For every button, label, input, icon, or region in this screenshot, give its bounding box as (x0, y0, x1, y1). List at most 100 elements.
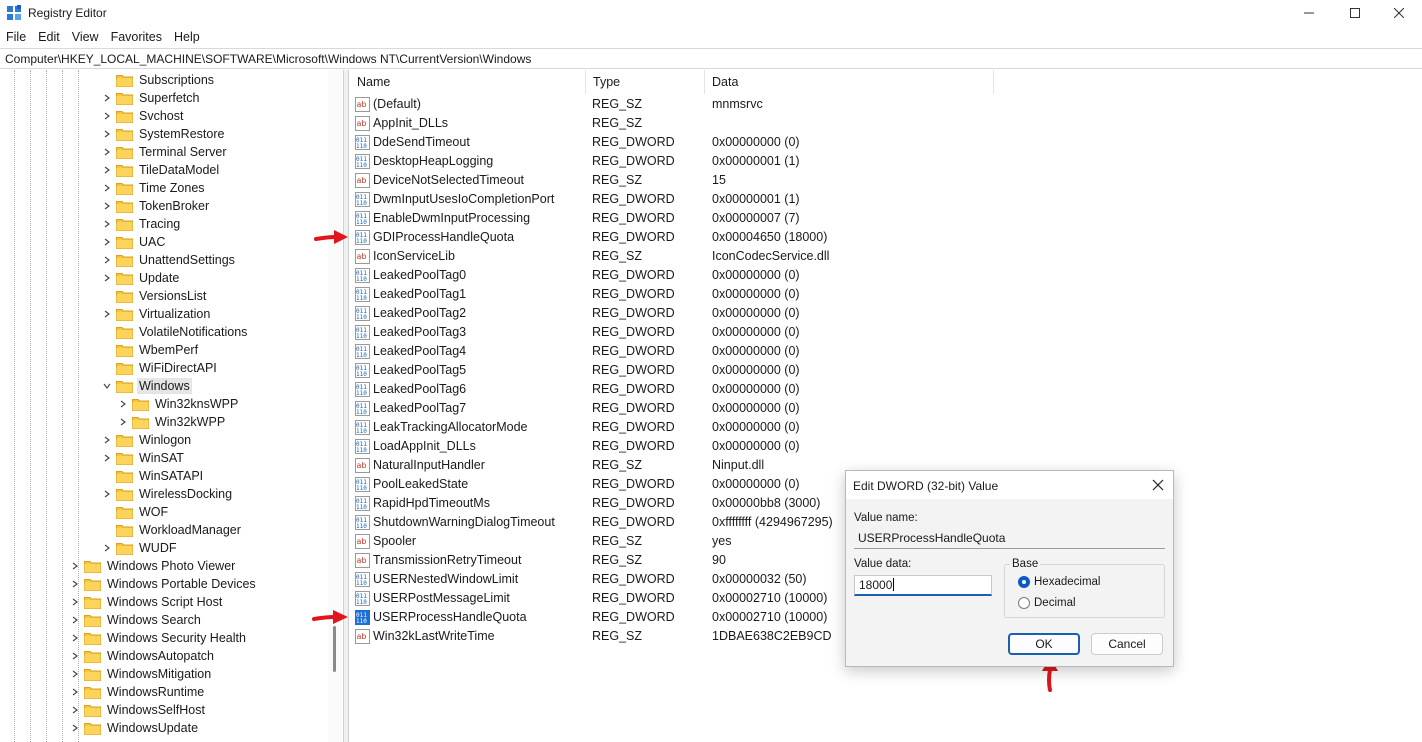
tree-node[interactable]: Time Zones (102, 179, 207, 197)
value-data-input[interactable]: 18000 (854, 575, 992, 596)
tree-scrollbar-thumb[interactable] (333, 626, 336, 672)
chevron-right-icon[interactable] (102, 93, 112, 103)
key-tree-pane[interactable]: Subscriptions Superfetch Svchost SystemRest… (0, 70, 344, 742)
tree-node[interactable]: Win32kWPP (118, 413, 227, 431)
address-path[interactable]: Computer\HKEY_LOCAL_MACHINE\SOFTWARE\Mic… (5, 52, 531, 66)
chevron-down-icon[interactable] (102, 381, 112, 391)
tree-node[interactable]: Terminal Server (102, 143, 229, 161)
chevron-right-icon[interactable] (70, 705, 80, 715)
chevron-right-icon[interactable] (70, 651, 80, 661)
dialog-close-icon[interactable] (1151, 478, 1165, 492)
column-header-data[interactable]: Data (705, 70, 994, 94)
value-row[interactable]: ab IconServiceLib REG_SZ IconCodecService.d… (350, 247, 1422, 266)
tree-node[interactable]: WindowsUpdate (70, 719, 200, 737)
tree-node[interactable]: VersionsList (102, 287, 208, 305)
menu-help[interactable]: Help (168, 28, 206, 46)
tree-node[interactable]: UAC (102, 233, 167, 251)
menu-edit[interactable]: Edit (32, 28, 66, 46)
tree-node[interactable]: Update (102, 269, 181, 287)
chevron-right-icon[interactable] (70, 597, 80, 607)
radio-checked-icon[interactable] (1018, 576, 1030, 588)
chevron-right-icon[interactable] (70, 723, 80, 733)
tree-node[interactable]: Windows (102, 377, 192, 395)
tree-node[interactable]: Windows Portable Devices (70, 575, 258, 593)
chevron-right-icon[interactable] (102, 147, 112, 157)
chevron-right-icon[interactable] (102, 309, 112, 319)
base-decimal-option[interactable]: Decimal (1018, 597, 1076, 609)
tree-node[interactable]: WindowsRuntime (70, 683, 206, 701)
menu-view[interactable]: View (66, 28, 105, 46)
menu-file[interactable]: File (0, 28, 32, 46)
pane-splitter[interactable] (344, 70, 349, 742)
value-row[interactable]: 011 110 EnableDwmInputProcessing REG_DWORD 0… (350, 209, 1422, 228)
chevron-right-icon[interactable] (102, 165, 112, 175)
value-row[interactable]: 011 110 LeakedPoolTag5 REG_DWORD 0x00000000 … (350, 361, 1422, 380)
tree-node[interactable]: UnattendSettings (102, 251, 237, 269)
radio-unchecked-icon[interactable] (1018, 597, 1030, 609)
tree-node[interactable]: WinSAT (102, 449, 186, 467)
tree-node[interactable]: Windows Search (70, 611, 203, 629)
chevron-right-icon[interactable] (118, 399, 128, 409)
chevron-right-icon[interactable] (70, 669, 80, 679)
close-button[interactable] (1376, 0, 1422, 26)
value-row[interactable]: 011 110 LeakedPoolTag3 REG_DWORD 0x00000000 … (350, 323, 1422, 342)
tree-node[interactable]: WOF (102, 503, 170, 521)
value-row[interactable]: ab (Default) REG_SZ mnmsrvc (350, 95, 1422, 114)
tree-node[interactable]: WorkloadManager (102, 521, 243, 539)
tree-node[interactable]: WinSATAPI (102, 467, 205, 485)
tree-node[interactable]: Win32knsWPP (118, 395, 240, 413)
chevron-right-icon[interactable] (102, 237, 112, 247)
ok-button[interactable]: OK (1008, 633, 1080, 655)
column-header-type[interactable]: Type (586, 70, 705, 94)
chevron-right-icon[interactable] (70, 615, 80, 625)
chevron-right-icon[interactable] (102, 273, 112, 283)
chevron-right-icon[interactable] (102, 183, 112, 193)
value-row[interactable]: 011 110 DesktopHeapLogging REG_DWORD 0x00000… (350, 152, 1422, 171)
column-header-name[interactable]: Name (350, 70, 586, 94)
tree-node[interactable]: WiFiDirectAPI (102, 359, 219, 377)
cancel-button[interactable]: Cancel (1091, 633, 1163, 655)
chevron-right-icon[interactable] (102, 453, 112, 463)
chevron-right-icon[interactable] (70, 561, 80, 571)
value-row[interactable]: 011 110 DwmInputUsesIoCompletionPort REG_DW… (350, 190, 1422, 209)
value-row[interactable]: 011 110 LeakedPoolTag4 REG_DWORD 0x00000000 … (350, 342, 1422, 361)
tree-node[interactable]: Windows Script Host (70, 593, 224, 611)
chevron-right-icon[interactable] (70, 579, 80, 589)
value-row[interactable]: 011 110 DdeSendTimeout REG_DWORD 0x00000000 … (350, 133, 1422, 152)
tree-node[interactable]: SystemRestore (102, 125, 226, 143)
tree-node[interactable]: WindowsSelfHost (70, 701, 207, 719)
chevron-right-icon[interactable] (102, 435, 112, 445)
tree-node[interactable]: Windows Photo Viewer (70, 557, 237, 575)
chevron-right-icon[interactable] (102, 489, 112, 499)
value-row[interactable]: 011 110 LeakedPoolTag1 REG_DWORD 0x00000000 … (350, 285, 1422, 304)
chevron-right-icon[interactable] (70, 687, 80, 697)
tree-node[interactable]: Svchost (102, 107, 185, 125)
base-hexadecimal-option[interactable]: Hexadecimal (1018, 576, 1100, 588)
value-row[interactable]: 011 110 LeakTrackingAllocatorMode REG_DWORD… (350, 418, 1422, 437)
tree-node[interactable]: Windows Security Health (70, 629, 248, 647)
value-row[interactable]: 011 110 LeakedPoolTag0 REG_DWORD 0x00000000 … (350, 266, 1422, 285)
value-row[interactable]: 011 110 LeakedPoolTag7 REG_DWORD 0x00000000 … (350, 399, 1422, 418)
tree-node[interactable]: WindowsAutopatch (70, 647, 216, 665)
maximize-button[interactable] (1332, 0, 1378, 26)
chevron-right-icon[interactable] (102, 111, 112, 121)
chevron-right-icon[interactable] (102, 255, 112, 265)
chevron-right-icon[interactable] (102, 201, 112, 211)
chevron-right-icon[interactable] (118, 417, 128, 427)
tree-node[interactable]: Subscriptions (102, 71, 216, 89)
minimize-button[interactable] (1286, 0, 1332, 26)
tree-node[interactable]: VolatileNotifications (102, 323, 249, 341)
address-bar[interactable]: Computer\HKEY_LOCAL_MACHINE\SOFTWARE\Mic… (0, 48, 1422, 69)
tree-node[interactable]: TileDataModel (102, 161, 221, 179)
tree-node[interactable]: TokenBroker (102, 197, 211, 215)
value-row[interactable]: 011 110 GDIProcessHandleQuota REG_DWORD 0x00… (350, 228, 1422, 247)
chevron-right-icon[interactable] (102, 543, 112, 553)
value-row[interactable]: 011 110 LeakedPoolTag6 REG_DWORD 0x00000000 … (350, 380, 1422, 399)
tree-node[interactable]: WUDF (102, 539, 179, 557)
chevron-right-icon[interactable] (70, 633, 80, 643)
value-row[interactable]: 011 110 LoadAppInit_DLLs REG_DWORD 0x0000000… (350, 437, 1422, 456)
tree-node[interactable]: WbemPerf (102, 341, 200, 359)
chevron-right-icon[interactable] (102, 219, 112, 229)
tree-node[interactable]: WirelessDocking (102, 485, 234, 503)
tree-node[interactable]: Virtualization (102, 305, 212, 323)
